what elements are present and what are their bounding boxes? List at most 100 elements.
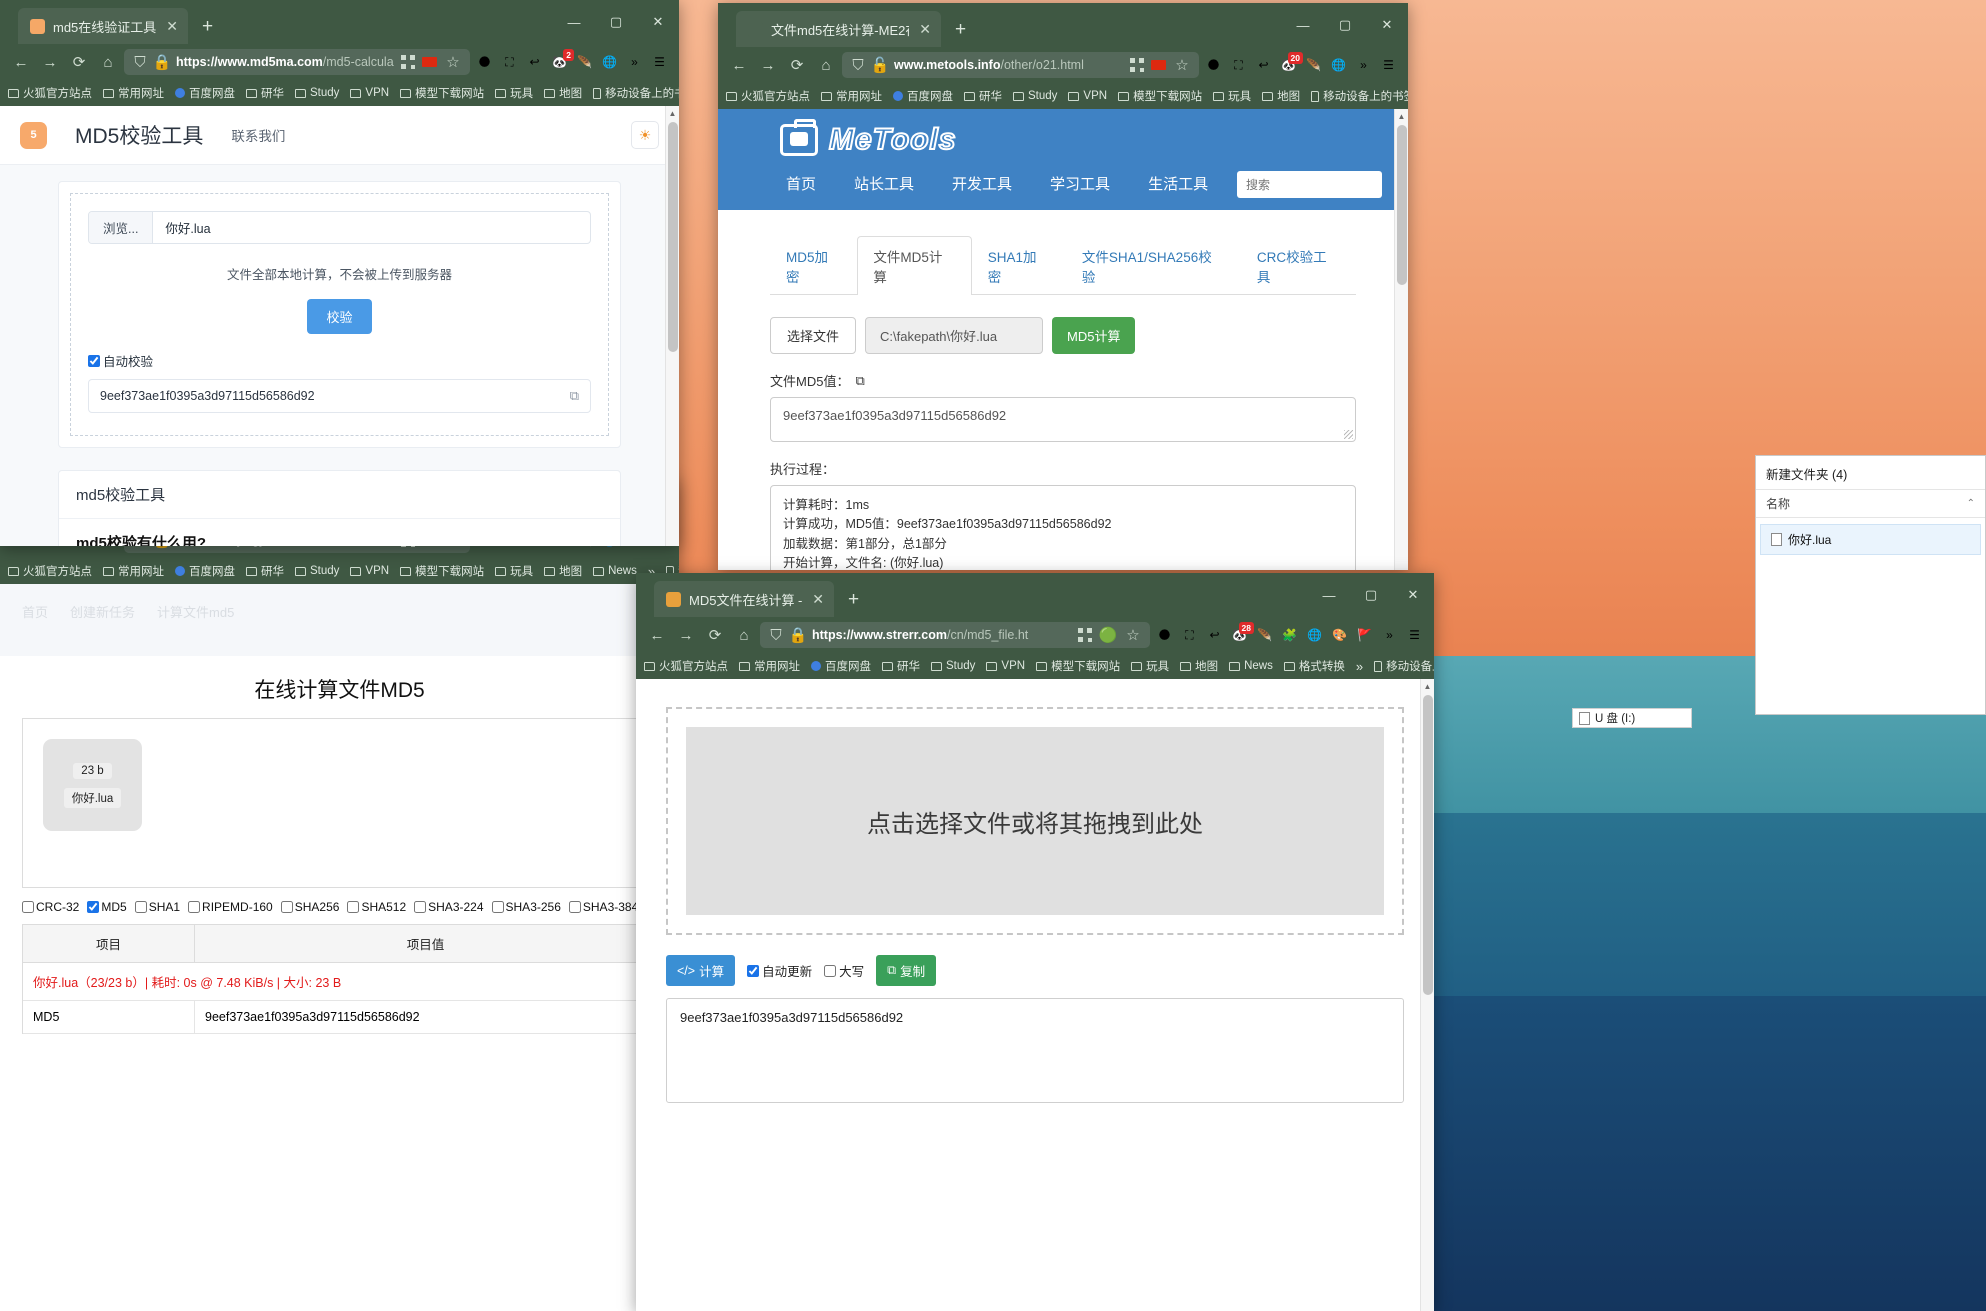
bookmark-item[interactable]: VPN [350,565,389,577]
checkbox-input[interactable] [414,901,427,913]
bookmark-item[interactable]: 研华 [964,88,1002,104]
back-icon[interactable]: ← [726,52,752,78]
app-menu-icon[interactable]: ☰ [1403,624,1426,647]
close-window-button[interactable]: ✕ [1392,573,1434,617]
auto-update-checkbox[interactable]: 自动更新 [747,961,812,980]
extension-screenshot-icon[interactable]: ⛶ [498,51,521,74]
algorithm-checkbox-sha3-384[interactable]: SHA3-384 [568,900,638,914]
page-scrollbar[interactable]: ▲ ▼ [1420,679,1434,1311]
bookmark-item[interactable]: 研华 [882,658,920,674]
bookmark-item[interactable]: VPN [350,87,389,99]
china-flag-icon[interactable] [422,57,437,67]
bookmark-item[interactable]: 常用网址 [821,88,882,104]
checkbox-input[interactable] [188,901,201,913]
algorithm-checkbox-md5[interactable]: MD5 [87,900,127,914]
maximize-button[interactable]: ▢ [595,0,637,44]
app-menu-icon[interactable]: ☰ [1377,54,1400,77]
nav-item-dev-tools[interactable]: 开发工具 [952,173,1012,194]
new-tab-button[interactable]: + [202,16,213,38]
bookmark-item[interactable]: 模型下载网站 [400,85,484,101]
md5-calculate-button[interactable]: MD5计算 [1052,317,1136,354]
copy-icon[interactable]: ⧉ [570,388,579,404]
address-bar[interactable]: ⛉ 🔓 www.metools.info/other/o21.html ☆ [842,52,1199,78]
extension-undo-icon[interactable]: ↩ [1252,54,1275,77]
file-thumbnail[interactable]: 23 b 你好.lua [43,739,142,831]
browser-window-md5ma[interactable]: md5在线验证工具 ✕ + — ▢ ✕ ← → ⟳ ⌂ ⛉ 🔒 https://… [0,0,679,546]
top-nav-item[interactable]: 创建新任务 [70,602,135,621]
bookmark-item[interactable]: Study [295,565,339,577]
extension-dark-reader-icon[interactable]: 🌑 [1153,624,1176,647]
scroll-up-icon[interactable]: ▲ [1395,109,1408,123]
close-tab-icon[interactable]: ✕ [812,591,824,608]
browser-tab[interactable]: MD5文件在线计算 - StrErr.com ✕ [654,581,834,617]
extension-globe-icon[interactable]: 🌐 [598,51,621,74]
checkbox-input[interactable] [824,964,837,977]
checkbox-input[interactable] [22,901,34,913]
select-file-button[interactable]: 选择文件 [770,317,857,354]
tab-sha1-encrypt[interactable]: SHA1加密 [972,236,1066,295]
extension-palette-icon[interactable]: 🎨 [1328,624,1351,647]
uppercase-checkbox[interactable]: 大写 [824,961,864,980]
top-nav-item[interactable]: 首页 [22,602,48,621]
back-icon[interactable]: ← [8,49,34,75]
bookmark-item-baidu[interactable]: 百度网盘 [893,88,953,104]
bookmark-item[interactable]: VPN [986,660,1025,672]
bookmark-item[interactable]: News [593,565,637,577]
address-bar[interactable]: ⛉ 🔒 https://www.md5ma.com/md5-calcula ☆ [124,49,470,75]
home-icon[interactable]: ⌂ [731,622,757,648]
shield-icon[interactable]: ⛉ [132,49,148,75]
bookmark-item[interactable]: 玩具 [495,85,533,101]
shield-icon[interactable]: ⛉ [768,622,784,648]
extension-translate-icon[interactable]: 🧩 [1278,624,1301,647]
extension-globe-icon[interactable]: 🌐 [1327,54,1350,77]
maximize-button[interactable]: ▢ [1324,3,1366,47]
result-output[interactable]: 9eef373ae1f0395a3d97115d56586d92 [666,998,1404,1103]
scroll-up-icon[interactable]: ▲ [666,106,679,120]
bookmark-item[interactable]: 模型下载网站 [1036,658,1120,674]
address-bar[interactable]: ⛉ 🔒 https://www.strerr.com/cn/md5_file.h… [760,622,1150,648]
copy-icon[interactable]: ⧉ [855,373,864,389]
checkbox-input[interactable] [280,901,293,913]
top-nav-item[interactable]: 计算文件md5 [157,602,234,621]
extension-feather-icon[interactable]: 🪶 [1302,54,1325,77]
extension-screenshot-icon[interactable]: ⛶ [1227,54,1250,77]
file-drop-zone[interactable]: 点击选择文件或将其拖拽到此处 [666,707,1404,935]
close-tab-icon[interactable]: ✕ [166,18,178,35]
forward-icon[interactable]: → [37,49,63,75]
site-search[interactable]: 🔍 [1237,171,1382,198]
new-tab-button[interactable]: + [955,19,966,41]
checkbox-input[interactable] [347,901,360,913]
bookmark-star-icon[interactable]: ☆ [444,49,462,75]
bookmark-item[interactable]: 地图 [544,85,582,101]
extension-flag-icon[interactable]: 🚩 [1353,624,1376,647]
nav-item-home[interactable]: 首页 [786,173,816,194]
algorithm-checkbox-ripemd160[interactable]: RIPEMD-160 [188,900,273,914]
browse-button[interactable]: 浏览... [89,212,154,243]
tab-md5-encrypt[interactable]: MD5加密 [770,236,857,295]
bookmark-item[interactable]: 火狐官方站点 [8,563,92,579]
extension-undo-icon[interactable]: ↩ [1203,624,1226,647]
mobile-bookmarks-item[interactable]: 移动设备上的书签 [1374,658,1434,674]
browser-window-strerr[interactable]: MD5文件在线计算 - StrErr.com ✕ + — ▢ ✕ ← → ⟳ ⌂… [636,573,1434,1311]
overflow-menu-icon[interactable]: » [1352,54,1375,77]
bookmark-star-icon[interactable]: ☆ [1173,52,1191,78]
file-explorer-window[interactable]: 新建文件夹 (4) 名称 ⌃ 你好.lua [1755,455,1986,715]
qr-code-icon[interactable] [1130,58,1144,72]
home-icon[interactable]: ⌂ [813,52,839,78]
algorithm-checkbox-crc32[interactable]: CRC-32 [22,900,79,914]
checkbox-input[interactable] [134,901,147,913]
shield-icon[interactable]: ⛉ [850,52,866,78]
overflow-menu-icon[interactable]: » [623,51,646,74]
overflow-menu-icon[interactable]: » [1378,624,1401,647]
bookmarks-overflow-icon[interactable]: » [1356,659,1363,674]
page-scrollbar[interactable]: ▲ [665,106,679,546]
extension-undo-icon[interactable]: ↩ [523,51,546,74]
extension-dark-reader-icon[interactable]: 🌑 [473,51,496,74]
bookmark-item[interactable]: 地图 [544,563,582,579]
bookmark-item[interactable]: 常用网址 [103,563,164,579]
bookmark-item-baidu[interactable]: 百度网盘 [811,658,871,674]
explorer-column-header[interactable]: 名称 ⌃ [1756,489,1985,518]
extension-dark-reader-icon[interactable]: 🌑 [1202,54,1225,77]
nav-contact-link[interactable]: 联系我们 [231,125,285,145]
browser-window-metools[interactable]: 文件md5在线计算-ME2在线工具 ✕ + — ▢ ✕ ← → ⟳ ⌂ ⛉ 🔓 … [718,3,1408,570]
